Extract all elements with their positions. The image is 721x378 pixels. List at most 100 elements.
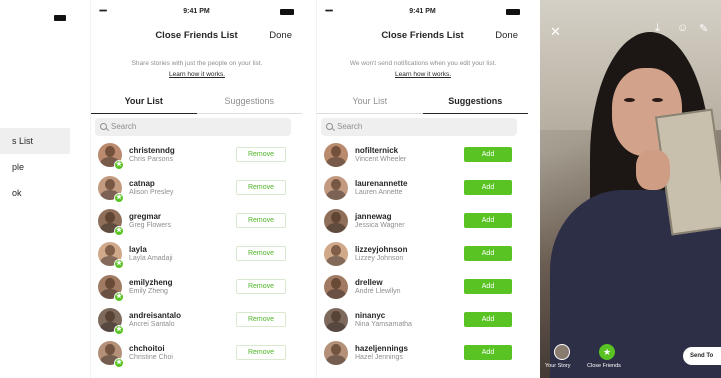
add-button[interactable]: Add (464, 279, 512, 294)
tab-bar: Your List Suggestions (317, 90, 528, 114)
tab-your-list[interactable]: Your List (91, 90, 197, 114)
menu-item-facebook[interactable]: ok (0, 180, 70, 206)
close-icon[interactable]: ✕ (550, 24, 561, 40)
your-story-label: Your Story (545, 363, 571, 369)
list-item: ninanyc Nina Yamsamatha Add (317, 305, 528, 338)
tab-suggestions[interactable]: Suggestions (197, 90, 303, 114)
avatar[interactable] (324, 308, 348, 332)
list-item: jannewag Jessica Wagner Add (317, 206, 528, 239)
tab-suggestions[interactable]: Suggestions (423, 90, 529, 114)
list-item: ★ emilyzheng Emily Zheng Remove (91, 272, 302, 305)
full-name: Layla Amadaji (129, 255, 173, 262)
username: gregmar (129, 212, 162, 221)
sticker-icon[interactable]: ☺ (677, 22, 688, 34)
nav-bar: Close Friends List Done (91, 24, 302, 48)
battery-icon (506, 9, 520, 15)
close-friend-badge-icon: ★ (114, 325, 124, 335)
add-button[interactable]: Add (464, 213, 512, 228)
active-tab-indicator (422, 112, 528, 114)
battery-icon (280, 9, 294, 15)
download-icon[interactable]: ⤓ (655, 22, 660, 35)
send-to-button[interactable]: Send To (683, 347, 721, 365)
tab-bar: Your List Suggestions (91, 90, 302, 114)
tab-your-list[interactable]: Your List (317, 90, 423, 114)
done-button[interactable]: Done (269, 30, 292, 41)
add-button[interactable]: Add (464, 147, 512, 162)
status-time: 9:41 PM (409, 8, 436, 15)
close-friend-badge-icon: ★ (114, 292, 124, 302)
list-item: ★ gregmar Greg Flowers Remove (91, 206, 302, 239)
close-friends-suggestions-screen: ••••• 9:41 PM Close Friends List Done We… (316, 0, 528, 378)
add-button[interactable]: Add (464, 246, 512, 261)
remove-button[interactable]: Remove (236, 213, 286, 228)
left-partial-screen: s List ple ok (0, 0, 78, 378)
full-name: Lauren Annette (355, 189, 403, 196)
username: lizzeyjohnson (355, 245, 408, 254)
menu-item-people[interactable]: ple (0, 154, 70, 180)
username: hazeljennings (355, 344, 408, 353)
avatar[interactable] (324, 209, 348, 233)
suggestions-list: nofilternick Vincent Wheeler Add laurenanne… (317, 140, 528, 371)
search-input[interactable]: Search (321, 118, 517, 136)
full-name: Lizzey Johnson (355, 255, 404, 262)
full-name: Chris Parsons (129, 156, 173, 163)
search-icon (326, 123, 333, 130)
list-item: drellew André Llewllyn Add (317, 272, 528, 305)
list-item: ★ chchoitoi Christine Choi Remove (91, 338, 302, 371)
close-friends-star-icon[interactable]: ★ (599, 344, 615, 360)
story-share-dock: Your Story ★ Close Friends Send To (540, 338, 721, 378)
add-button[interactable]: Add (464, 180, 512, 195)
list-item: lizzeyjohnson Lizzey Johnson Add (317, 239, 528, 272)
close-friend-badge-icon: ★ (114, 259, 124, 269)
remove-button[interactable]: Remove (236, 345, 286, 360)
list-item: nofilternick Vincent Wheeler Add (317, 140, 528, 173)
avatar[interactable] (324, 341, 348, 365)
your-story-avatar[interactable] (554, 344, 570, 360)
close-friends-your-list-screen: ••••• 9:41 PM Close Friends List Done Sh… (90, 0, 302, 378)
avatar[interactable] (324, 143, 348, 167)
learn-more-link[interactable]: Learn how it works. (101, 69, 293, 80)
full-name: Nina Yamsamatha (355, 321, 412, 328)
list-item: laurenannette Lauren Annette Add (317, 173, 528, 206)
username: christenndg (129, 146, 175, 155)
status-bar: ••••• 9:41 PM (317, 0, 528, 24)
username: catnap (129, 179, 155, 188)
username: chchoitoi (129, 344, 165, 353)
avatar[interactable] (324, 275, 348, 299)
search-placeholder: Search (337, 122, 363, 131)
done-button[interactable]: Done (495, 30, 518, 41)
status-bar: ••••• 9:41 PM (91, 0, 302, 24)
avatar[interactable] (324, 176, 348, 200)
list-item: ★ catnap Alison Presley Remove (91, 173, 302, 206)
full-name: Alison Presley (129, 189, 174, 196)
remove-button[interactable]: Remove (236, 312, 286, 327)
full-name: Emily Zheng (129, 288, 168, 295)
username: layla (129, 245, 147, 254)
story-tools: ⤓ ☺ ✎ (649, 22, 715, 38)
remove-button[interactable]: Remove (236, 246, 286, 261)
remove-button[interactable]: Remove (236, 180, 286, 195)
username: andreisantalo (129, 311, 182, 320)
full-name: Greg Flowers (129, 222, 172, 229)
username: laurenannette (355, 179, 408, 188)
status-time: 9:41 PM (183, 8, 210, 15)
list-item: ★ layla Layla Amadaji Remove (91, 239, 302, 272)
close-friend-badge-icon: ★ (114, 160, 124, 170)
search-input[interactable]: Search (95, 118, 291, 136)
list-item: hazeljennings Hazel Jennings Add (317, 338, 528, 371)
remove-button[interactable]: Remove (236, 147, 286, 162)
add-button[interactable]: Add (464, 312, 512, 327)
battery-icon (54, 15, 66, 21)
close-friend-badge-icon: ★ (114, 193, 124, 203)
avatar[interactable] (324, 242, 348, 266)
learn-more-link[interactable]: Learn how it works. (327, 69, 519, 80)
remove-button[interactable]: Remove (236, 279, 286, 294)
draw-icon[interactable]: ✎ (699, 22, 708, 35)
full-name: Hazel Jennings (355, 354, 403, 361)
add-button[interactable]: Add (464, 345, 512, 360)
search-icon (100, 123, 107, 130)
close-friend-badge-icon: ★ (114, 358, 124, 368)
username: drellew (355, 278, 383, 287)
menu-item-close-friends-list[interactable]: s List (0, 128, 70, 154)
full-name: Vincent Wheeler (355, 156, 407, 163)
